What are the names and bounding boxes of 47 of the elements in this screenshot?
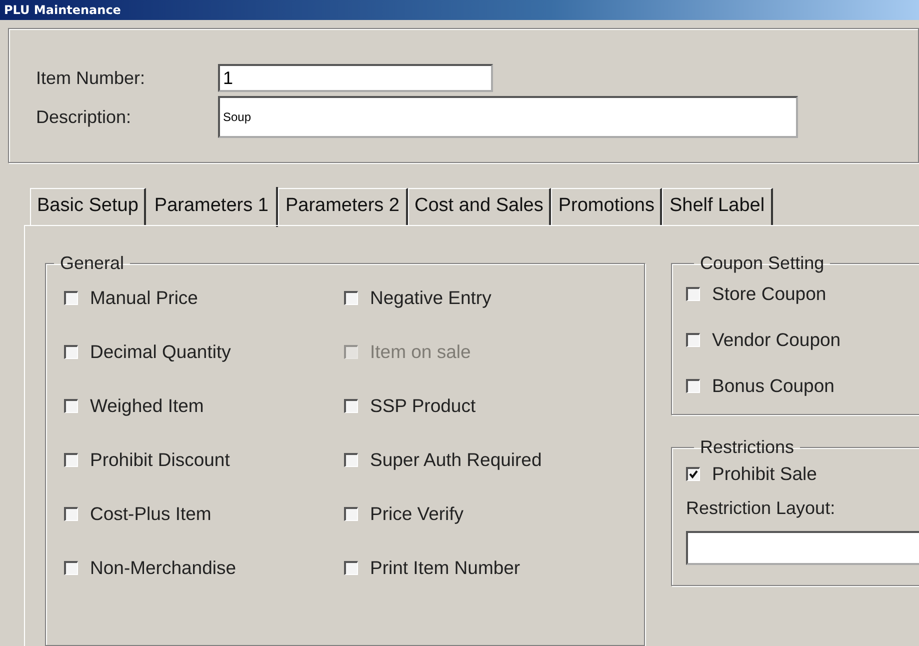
checkbox-label: Cost-Plus Item [90,503,212,525]
checkbox[interactable] [686,287,700,301]
checkbox[interactable] [64,291,78,305]
text-field[interactable]: Soup [218,96,798,138]
checkbox[interactable] [64,345,78,359]
field-label: Item Number: [36,68,146,88]
checkbox[interactable] [64,561,78,575]
checkbox-label: SSP Product [370,395,476,417]
checkbox[interactable] [344,507,358,521]
check-icon [689,470,698,479]
checkbox-label: Prohibit Discount [90,449,230,471]
group-title: Restrictions [699,437,796,458]
tab[interactable]: Parameters 2 [278,188,408,225]
checkbox-label: Decimal Quantity [90,341,231,363]
checkbox[interactable] [64,399,78,413]
text-field[interactable]: 1 [218,64,493,92]
checkbox-label: Store Coupon [712,283,826,305]
restriction-layout-field[interactable] [686,531,919,565]
field-label: Description: [36,106,132,128]
checkbox-label: Weighed Item [90,395,204,417]
checkbox[interactable] [344,291,358,305]
tab[interactable]: Basic Setup [30,188,146,225]
checkbox-label: Super Auth Required [370,449,542,471]
checkbox[interactable] [64,453,78,467]
checkbox[interactable] [686,379,700,393]
checkbox[interactable] [344,453,358,467]
tab[interactable]: Promotions [551,188,662,225]
checkbox-label: Bonus Coupon [712,375,834,397]
checkbox-label: Manual Price [90,287,198,309]
checkbox-label: Price Verify [370,503,464,525]
checkbox-label: Vendor Coupon [712,329,841,351]
field-label: Restriction Layout: [686,498,836,519]
checkbox[interactable] [686,333,700,347]
checkbox-label: Negative Entry [370,287,492,309]
checkbox-label: Non-Merchandise [90,557,236,579]
checkbox[interactable] [344,561,358,575]
checkbox-label: Print Item Number [370,557,520,579]
checkbox[interactable] [64,507,78,521]
group-title: Coupon Setting [699,253,826,274]
tab[interactable]: Cost and Sales [408,188,552,225]
group-title: General [59,253,126,274]
window-title: PLU Maintenance [0,0,919,20]
checkbox-label: Item on sale [370,341,471,363]
tab[interactable]: Shelf Label [662,188,773,225]
checkbox-label: Prohibit Sale [712,463,817,485]
checkbox[interactable] [344,399,358,413]
checkbox[interactable] [686,467,700,481]
